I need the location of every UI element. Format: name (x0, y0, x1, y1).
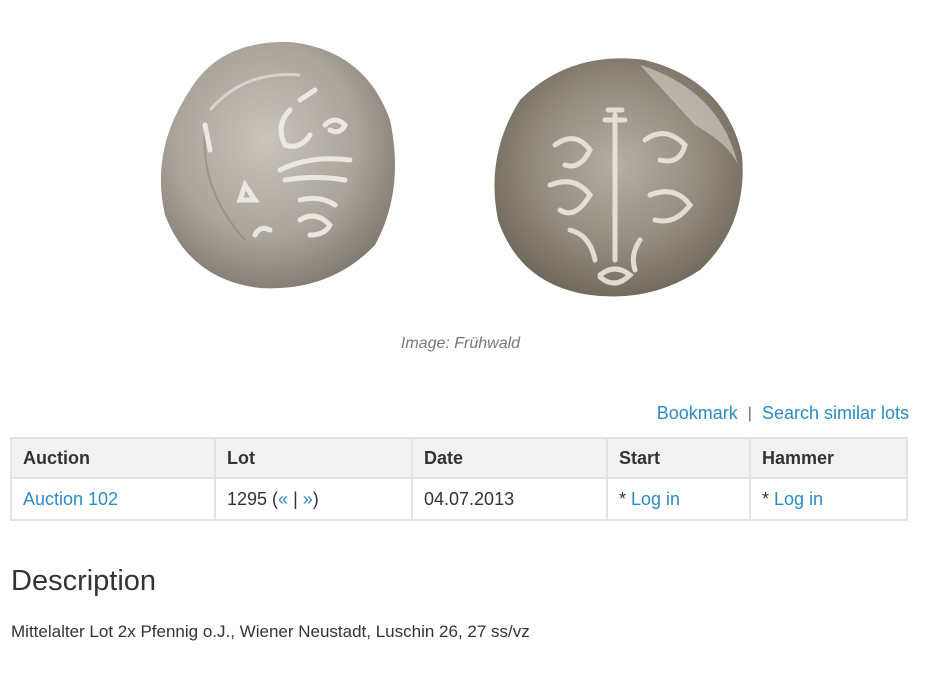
lot-number: 1295 (227, 488, 268, 509)
header-hammer: Hammer (749, 437, 908, 479)
hammer-login-link[interactable]: Log in (774, 489, 823, 509)
previous-lot-link[interactable]: « (278, 489, 288, 509)
start-login-link[interactable]: Log in (631, 489, 680, 509)
start-prefix: * (619, 488, 632, 509)
coin-reverse-image[interactable] (480, 45, 750, 305)
search-similar-lots-link[interactable]: Search similar lots (762, 403, 909, 424)
coin-obverse-image[interactable] (150, 30, 410, 300)
cell-start: * Log in (606, 477, 751, 521)
cell-hammer: * Log in (749, 477, 908, 521)
hammer-prefix: * (762, 488, 775, 509)
table-row: Auction 102 1295 (« | ») 04.07.2013 * Lo… (10, 477, 908, 521)
lot-nav-separator: | (288, 488, 303, 509)
actions-separator: | (747, 404, 752, 422)
header-start: Start (606, 437, 751, 479)
next-lot-link[interactable]: » (303, 489, 313, 509)
coin-images (0, 0, 929, 330)
table-header-row: Auction Lot Date Start Hammer (10, 437, 908, 479)
lot-actions: Bookmark | Search similar lots (657, 403, 909, 424)
lot-nav-open: ( (267, 488, 279, 509)
lot-info-table: Auction Lot Date Start Hammer Auction 10… (10, 437, 908, 521)
description-text: Mittelalter Lot 2x Pfennig o.J., Wiener … (11, 622, 530, 641)
header-date: Date (411, 437, 608, 479)
image-caption: Image: Frühwald (400, 335, 521, 352)
cell-date: 04.07.2013 (411, 477, 608, 521)
description-heading: Description (11, 565, 157, 597)
auction-link[interactable]: Auction 102 (23, 489, 118, 509)
lot-page: Image: Frühwald Bookmark | Search simila… (0, 0, 929, 689)
header-lot: Lot (214, 437, 413, 479)
lot-nav-close: ) (312, 488, 319, 509)
cell-lot: 1295 (« | ») (214, 477, 413, 521)
bookmark-link[interactable]: Bookmark (657, 403, 738, 424)
header-auction: Auction (10, 437, 216, 479)
cell-auction: Auction 102 (10, 477, 216, 521)
